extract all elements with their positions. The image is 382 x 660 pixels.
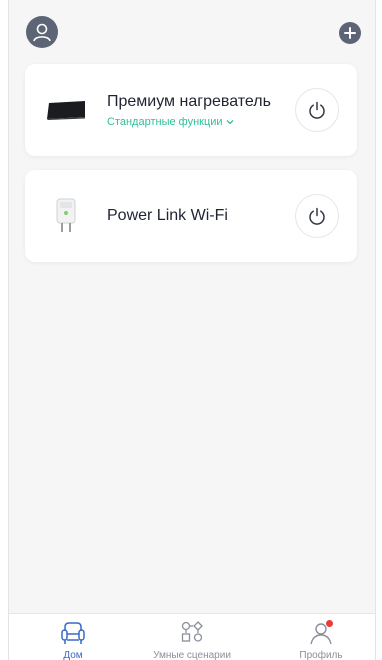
chevron-down-icon — [226, 120, 234, 125]
tab-label: Дом — [63, 650, 83, 660]
profile-icon — [307, 620, 335, 646]
power-button[interactable] — [295, 88, 339, 132]
home-sofa-icon — [59, 620, 87, 646]
tab-label: Профиль — [299, 650, 343, 660]
tab-smart-scenes[interactable]: Умные сценарии — [137, 620, 247, 660]
app-screen: Премиум нагреватель Стандартные функции — [8, 0, 376, 660]
bottom-tab-bar: Дом Умные сценарии Профиль — [9, 613, 375, 660]
user-avatar-icon[interactable] — [26, 16, 58, 48]
tab-label: Умные сценарии — [153, 650, 231, 660]
tab-profile[interactable]: Профиль — [267, 620, 375, 660]
function-dropdown[interactable]: Стандартные функции — [107, 116, 234, 128]
tab-home[interactable]: Дом — [18, 620, 128, 660]
power-button[interactable] — [295, 194, 339, 238]
device-card-power-link[interactable]: Power Link Wi-Fi — [25, 170, 357, 262]
power-icon — [309, 207, 325, 225]
plus-icon — [344, 27, 356, 39]
device-card-heater[interactable]: Премиум нагреватель Стандартные функции — [25, 64, 357, 156]
add-device-button[interactable] — [339, 22, 361, 44]
device-name: Power Link Wi-Fi — [107, 207, 228, 224]
heater-device-image — [45, 92, 87, 128]
smart-plug-device-image — [45, 198, 87, 234]
scenes-icon — [178, 620, 206, 646]
person-icon — [33, 23, 51, 42]
function-label: Стандартные функции — [107, 116, 223, 128]
notification-dot — [326, 620, 333, 627]
power-icon — [309, 101, 325, 119]
device-name: Премиум нагреватель — [107, 93, 271, 110]
